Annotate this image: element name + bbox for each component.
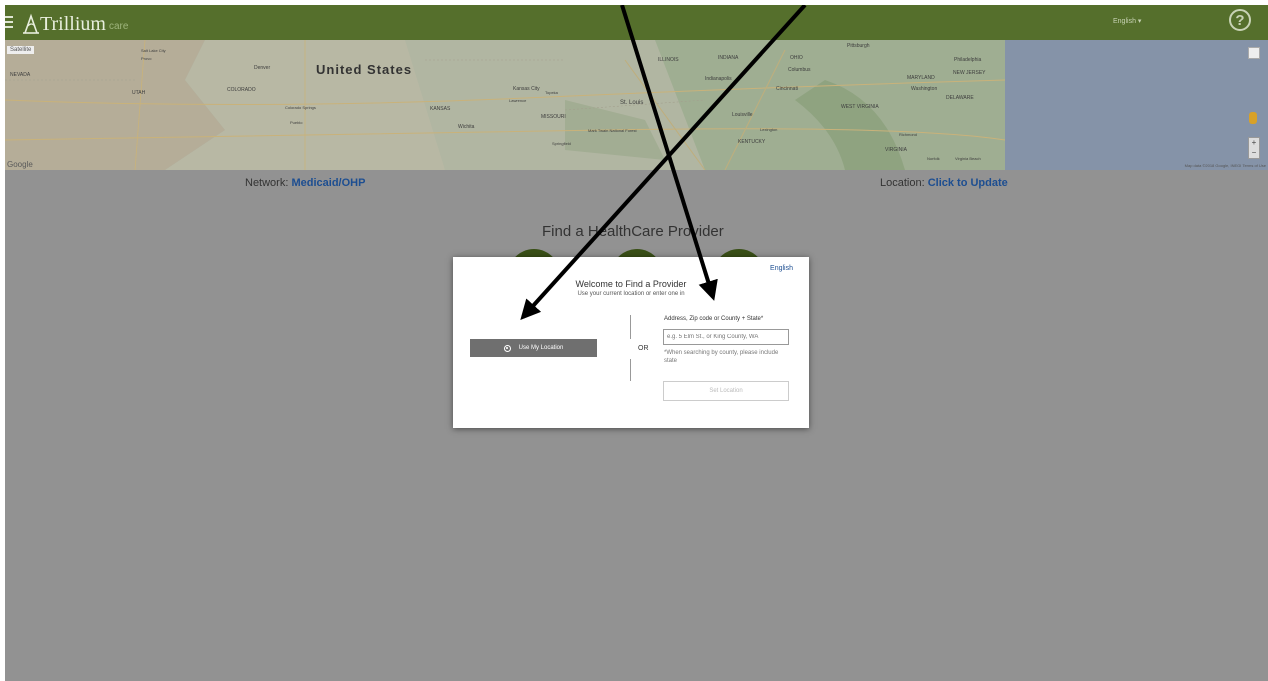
map-place-label: KANSAS [430,106,451,112]
map-place-label: VIRGINIA [885,147,907,153]
map-place-label: Topeka [545,90,558,95]
map-place-label: Kansas City [513,86,540,92]
map-place-label: OHIO [790,55,803,61]
map-place-label: COLORADO [227,87,256,93]
modal-title: Welcome to Find a Provider [575,279,687,289]
trillium-leaf-icon [23,13,39,35]
map-place-label: NEW JERSEY [953,70,986,76]
map-place-label: Lawrence [509,98,527,103]
welcome-modal: English Welcome to Find a Provider Use y… [453,257,809,428]
use-my-location-label: Use My Location [518,345,564,351]
map-type-toggle[interactable]: Satellite [7,46,35,54]
zoom-in-button[interactable]: + [1249,138,1259,148]
set-location-button[interactable]: Set Location [663,381,789,401]
google-logo[interactable]: Google [7,160,33,169]
zoom-out-button[interactable]: − [1249,148,1259,158]
map-place-label: UTAH [132,90,146,96]
map-place-label: WEST VIRGINIA [841,104,879,110]
map-place-label: Springfield [552,141,571,146]
page-title: Find a HealthCare Provider [542,223,724,240]
modal-language-link[interactable]: English [770,265,793,272]
logo-subtext: care [108,21,129,32]
map-place-label: Mark Twain National Forest [588,128,637,133]
map-place-label: Washington [911,86,938,92]
map-country-label: United States [316,62,413,77]
network-link[interactable]: Medicaid/OHP [291,177,365,189]
map-place-label: Pittsburgh [847,43,870,49]
map-place-label: Columbus [788,67,811,73]
location-link[interactable]: Click to Update [928,177,1008,189]
map-place-label: Denver [254,65,271,71]
modal-subtitle: Use your current location or enter one i… [577,291,685,297]
map-place-label: Norfolk [927,156,940,161]
location-label: Location: [880,177,928,189]
map-place-label: Pueblo [290,120,303,125]
language-dropdown[interactable]: English ▾ [1113,17,1141,25]
hamburger-menu-icon[interactable] [5,13,15,31]
app: Trillium care English ▾ ? United States … [5,5,1268,681]
map-view[interactable]: United States NEVADA UTAH COLORADO Denve… [5,40,1268,170]
map-place-label: NEVADA [10,72,31,78]
network-label: Network: [245,177,292,189]
map-place-label: Salt Lake City [141,48,166,53]
map-place-label: Philadelphia [954,57,982,63]
divider-line [630,315,631,339]
fullscreen-icon[interactable] [1248,47,1260,59]
map-place-label: MARYLAND [907,75,935,81]
map-attribution[interactable]: Map data ©2018 Google, INEGI Terms of Us… [1185,163,1266,168]
address-field-label: Address, Zip code or County + State* [664,316,764,322]
map-place-label: Cincinnati [776,86,798,92]
map-place-label: Wichita [458,124,475,130]
map-zoom-control[interactable]: + − [1248,137,1260,159]
map-place-label: DELAWARE [946,95,974,101]
map-place-label: Richmond [899,132,918,137]
map-place-label: INDIANA [718,55,739,61]
address-hint: *When searching by county, please includ… [664,350,779,364]
network-info: Network: Medicaid/OHP [245,177,365,189]
ocean-area [1005,40,1268,170]
map-place-label: Lexington [760,127,778,132]
divider-line [630,359,631,381]
logo-text: Trillium [40,13,106,35]
address-input[interactable] [663,329,789,345]
use-my-location-button[interactable]: Use My Location [470,339,597,357]
map-place-label: Louisville [732,112,753,118]
map-place-label: MISSOURI [541,114,566,120]
top-nav-bar: Trillium care English ▾ ? [5,5,1268,40]
map-place-label: Provo [141,56,152,61]
location-target-icon [503,344,511,352]
map-place-label: St. Louis [620,100,644,106]
map-place-label: ILLINOIS [658,57,679,63]
trillium-logo[interactable]: Trillium care [23,9,128,35]
map-place-label: Indianapolis [705,76,732,82]
map-place-label: KENTUCKY [738,139,766,145]
help-icon[interactable]: ? [1229,9,1251,31]
map-place-label: Virginia Beach [955,156,981,161]
location-info: Location: Click to Update [880,177,1008,189]
street-view-pegman-icon[interactable] [1249,112,1257,124]
map-place-label: Colorado Springs [285,105,316,110]
or-divider-label: OR [638,345,649,352]
